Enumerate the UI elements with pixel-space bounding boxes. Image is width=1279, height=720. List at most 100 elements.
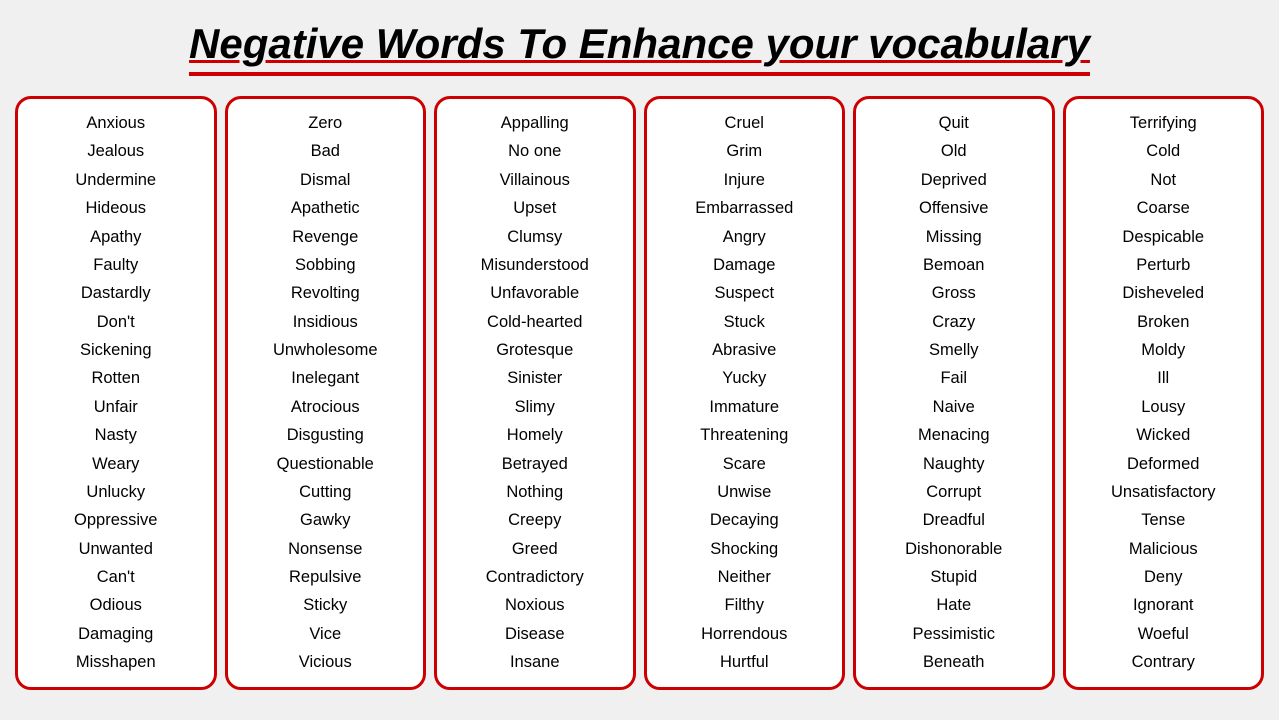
word-column-col3: AppallingNo oneVillainousUpsetClumsyMisu… <box>434 96 636 690</box>
word-item: Crazy <box>932 308 975 336</box>
word-item: Quit <box>939 109 969 137</box>
word-item: Unfavorable <box>490 279 579 307</box>
word-item: Don't <box>97 308 135 336</box>
word-column-col1: AnxiousJealousUndermineHideousApathyFaul… <box>15 96 217 690</box>
word-item: Missing <box>926 223 982 251</box>
word-item: Unsatisfactory <box>1111 478 1216 506</box>
word-item: Disheveled <box>1122 279 1204 307</box>
word-item: Offensive <box>919 194 988 222</box>
word-item: Wicked <box>1136 421 1190 449</box>
word-item: Nothing <box>506 478 563 506</box>
word-item: Homely <box>507 421 563 449</box>
word-item: Atrocious <box>291 393 360 421</box>
word-item: Naive <box>933 393 975 421</box>
word-item: Apathetic <box>291 194 360 222</box>
word-item: Apathy <box>90 223 141 251</box>
word-item: Dismal <box>300 166 350 194</box>
word-item: Undermine <box>75 166 156 194</box>
word-item: Nasty <box>95 421 137 449</box>
word-item: Villainous <box>500 166 570 194</box>
word-item: Slimy <box>515 393 555 421</box>
word-item: Clumsy <box>507 223 562 251</box>
word-item: Dastardly <box>81 279 151 307</box>
word-item: Misshapen <box>76 648 156 676</box>
word-item: Faulty <box>93 251 138 279</box>
word-item: Disease <box>505 620 565 648</box>
word-item: Suspect <box>714 279 774 307</box>
word-item: Greed <box>512 535 558 563</box>
word-item: Gawky <box>300 506 350 534</box>
word-item: Threatening <box>700 421 788 449</box>
word-item: Odious <box>90 591 142 619</box>
word-item: Grotesque <box>496 336 573 364</box>
word-item: Weary <box>92 450 139 478</box>
word-item: Cruel <box>725 109 764 137</box>
word-column-col4: CruelGrimInjureEmbarrassedAngryDamageSus… <box>644 96 846 690</box>
word-item: Sickening <box>80 336 152 364</box>
word-item: Horrendous <box>701 620 787 648</box>
word-item: Unwanted <box>79 535 153 563</box>
word-item: Ignorant <box>1133 591 1194 619</box>
word-column-col5: QuitOldDeprivedOffensiveMissingBemoanGro… <box>853 96 1055 690</box>
word-item: Angry <box>723 223 766 251</box>
word-item: Moldy <box>1141 336 1185 364</box>
word-item: Tense <box>1141 506 1185 534</box>
word-item: Embarrassed <box>695 194 793 222</box>
word-item: Terrifying <box>1130 109 1197 137</box>
word-item: Insidious <box>293 308 358 336</box>
word-item: Naughty <box>923 450 984 478</box>
word-item: Menacing <box>918 421 990 449</box>
word-item: Unwholesome <box>273 336 378 364</box>
word-item: Damaging <box>78 620 153 648</box>
word-item: Cold <box>1146 137 1180 165</box>
word-item: Contrary <box>1132 648 1195 676</box>
word-item: Deprived <box>921 166 987 194</box>
word-item: Sobbing <box>295 251 356 279</box>
word-item: Sinister <box>507 364 562 392</box>
word-item: Questionable <box>277 450 374 478</box>
word-item: Shocking <box>710 535 778 563</box>
word-item: Abrasive <box>712 336 776 364</box>
word-item: Stuck <box>724 308 765 336</box>
word-column-col6: TerrifyingColdNotCoarseDespicablePerturb… <box>1063 96 1265 690</box>
word-item: Despicable <box>1122 223 1204 251</box>
word-item: Insane <box>510 648 560 676</box>
page-title: Negative Words To Enhance your vocabular… <box>189 20 1090 76</box>
word-item: Bad <box>311 137 340 165</box>
word-item: Revolting <box>291 279 360 307</box>
word-item: Nonsense <box>288 535 362 563</box>
word-item: Pessimistic <box>912 620 995 648</box>
word-item: Misunderstood <box>481 251 589 279</box>
word-item: Inelegant <box>291 364 359 392</box>
word-item: Rotten <box>91 364 140 392</box>
word-item: Coarse <box>1137 194 1190 222</box>
word-item: Can't <box>97 563 135 591</box>
word-item: Anxious <box>86 109 145 137</box>
word-item: Hideous <box>85 194 146 222</box>
word-item: Perturb <box>1136 251 1190 279</box>
word-item: Gross <box>932 279 976 307</box>
word-item: Malicious <box>1129 535 1198 563</box>
word-item: Vicious <box>299 648 352 676</box>
word-item: Unwise <box>717 478 771 506</box>
word-item: Creepy <box>508 506 561 534</box>
word-item: Disgusting <box>287 421 364 449</box>
word-item: Dreadful <box>923 506 985 534</box>
word-item: Repulsive <box>289 563 361 591</box>
word-item: Jealous <box>87 137 144 165</box>
word-item: Grim <box>726 137 762 165</box>
word-item: Dishonorable <box>905 535 1002 563</box>
columns-container: AnxiousJealousUndermineHideousApathyFaul… <box>15 96 1264 690</box>
title-container: Negative Words To Enhance your vocabular… <box>15 10 1264 84</box>
word-item: Revenge <box>292 223 358 251</box>
word-item: Appalling <box>501 109 569 137</box>
word-item: Injure <box>724 166 765 194</box>
word-column-col2: ZeroBadDismalApatheticRevengeSobbingRevo… <box>225 96 427 690</box>
word-item: Broken <box>1137 308 1189 336</box>
word-item: Oppressive <box>74 506 157 534</box>
word-item: Not <box>1150 166 1176 194</box>
word-item: Contradictory <box>486 563 584 591</box>
word-item: Corrupt <box>926 478 981 506</box>
word-item: Sticky <box>303 591 347 619</box>
word-item: Zero <box>308 109 342 137</box>
